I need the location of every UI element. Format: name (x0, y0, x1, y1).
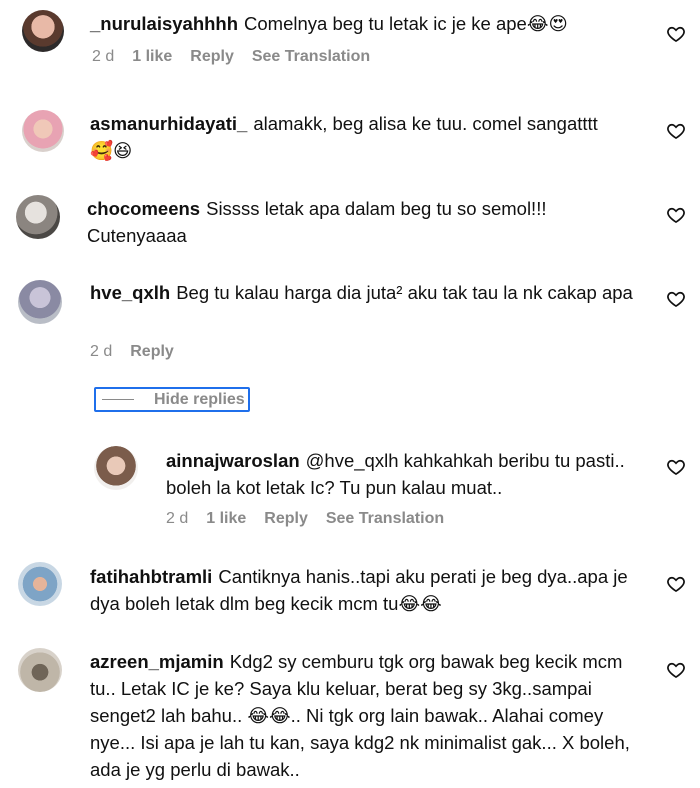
comment-text: Comelnya beg tu letak ic je ke ape😂😍 (244, 13, 568, 34)
heart-icon[interactable] (666, 574, 686, 594)
hide-replies-button[interactable]: Hide replies (94, 387, 250, 412)
heart-icon[interactable] (666, 289, 686, 309)
comment-username[interactable]: asmanurhidayati_ (90, 113, 247, 134)
see-translation-button[interactable]: See Translation (326, 510, 444, 528)
avatar[interactable] (22, 110, 64, 152)
likes-count[interactable]: 1 like (206, 510, 246, 528)
hide-replies-label: Hide replies (154, 390, 245, 408)
heart-icon[interactable] (666, 457, 686, 477)
comment-username[interactable]: ainnajwaroslan (166, 450, 300, 471)
heart-icon[interactable] (666, 121, 686, 141)
reply-button[interactable]: Reply (190, 48, 234, 66)
heart-icon[interactable] (666, 205, 686, 225)
comment-username[interactable]: fatihahbtramli (90, 566, 212, 587)
comment-time: 2 d (90, 343, 113, 360)
avatar[interactable] (18, 280, 62, 324)
comment-time: 2 d (92, 48, 115, 65)
heart-icon[interactable] (666, 24, 686, 44)
heart-icon[interactable] (666, 660, 686, 680)
avatar[interactable] (18, 648, 62, 692)
comment-time: 2 d (166, 510, 189, 527)
likes-count[interactable]: 1 like (132, 48, 172, 66)
comment-username[interactable]: azreen_mjamin (90, 651, 224, 672)
comment-username[interactable]: chocomeens (87, 198, 200, 219)
avatar[interactable] (22, 10, 64, 52)
comment-username[interactable]: _nurulaisyahhhh (90, 13, 238, 34)
avatar[interactable] (16, 195, 60, 239)
divider (102, 399, 134, 400)
reply-button[interactable]: Reply (264, 510, 308, 528)
avatar[interactable] (94, 446, 138, 490)
avatar[interactable] (18, 562, 62, 606)
comment-text: Beg tu kalau harga dia juta² aku tak tau… (176, 282, 633, 303)
comment-username[interactable]: hve_qxlh (90, 282, 170, 303)
see-translation-button[interactable]: See Translation (252, 48, 370, 66)
reply-button[interactable]: Reply (130, 343, 174, 361)
